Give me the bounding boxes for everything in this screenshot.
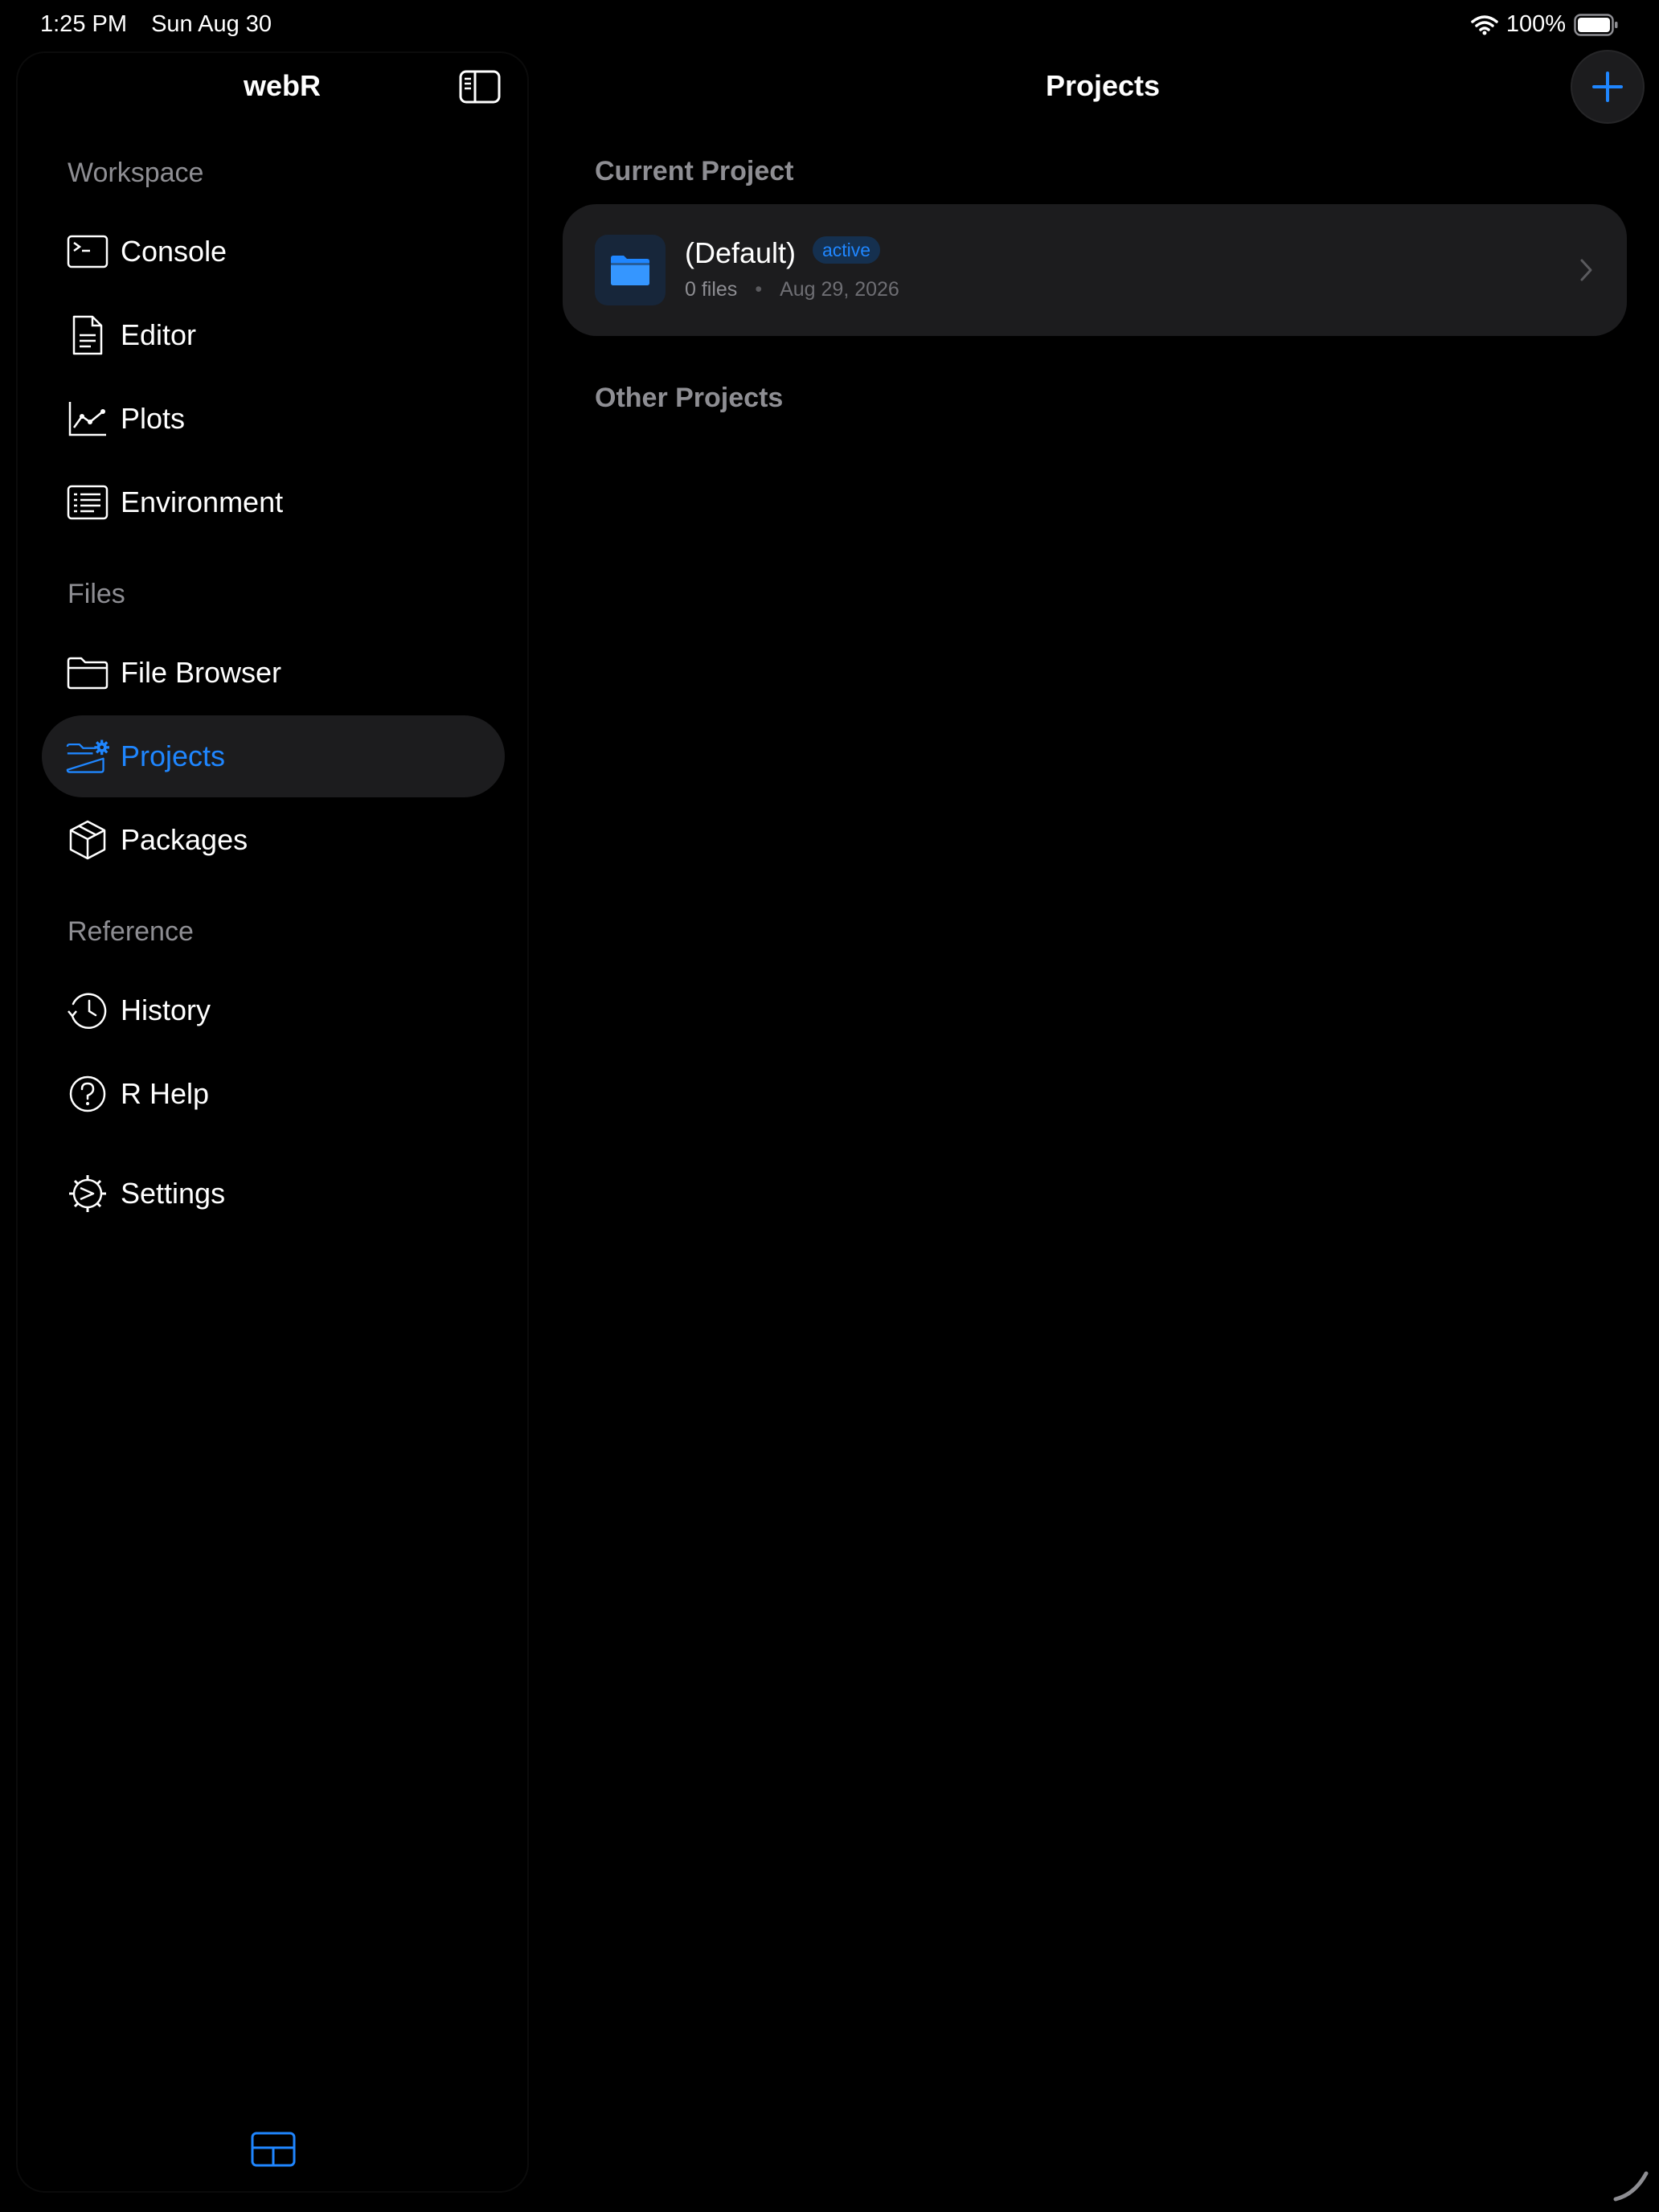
project-folder-tile [595, 235, 666, 305]
sidebar-item-r-help[interactable]: R Help [42, 1053, 505, 1135]
terminal-icon [66, 230, 109, 273]
sidebar-item-label: Console [121, 235, 227, 268]
folder-icon [611, 256, 649, 285]
sidebar-item-label: Settings [121, 1177, 226, 1210]
sidebar-item-console[interactable]: Console [42, 211, 505, 293]
sidebar-icon [459, 70, 501, 104]
other-projects-label: Other Projects [595, 383, 784, 413]
list-icon [66, 481, 109, 524]
project-meta: 0 files • Aug 29, 2026 [685, 278, 899, 301]
history-icon [66, 989, 109, 1032]
meta-separator: • [755, 278, 763, 301]
sidebar-item-label: Projects [121, 739, 226, 772]
sidebar-item-settings[interactable]: Settings [42, 1153, 505, 1235]
status-badge: active [813, 236, 881, 264]
current-project-label: Current Project [595, 156, 794, 186]
grid-icon [251, 2132, 296, 2167]
sidebar-item-file-browser[interactable]: File Browser [42, 632, 505, 714]
status-date: Sun Aug 30 [151, 11, 272, 37]
box-icon [66, 818, 109, 862]
chevron-right-icon [1580, 259, 1592, 281]
sidebar-toggle-button[interactable] [458, 68, 502, 106]
current-project-card[interactable]: (Default) active 0 files • Aug 29, 2026 [563, 204, 1627, 336]
sidebar-item-environment[interactable]: Environment [42, 461, 505, 543]
folder-icon [66, 651, 109, 694]
section-label-workspace: Workspace [68, 158, 204, 188]
page-title: Projects [1045, 69, 1161, 102]
sidebar-item-label: Environment [121, 485, 284, 518]
gear-icon [66, 1172, 109, 1215]
project-file-count: 0 files [685, 278, 738, 301]
folder-gear-icon [66, 735, 109, 778]
battery-percent: 100% [1505, 11, 1566, 37]
sidebar-item-label: Editor [121, 318, 197, 351]
section-label-reference: Reference [68, 916, 194, 947]
sidebar-item-label: R Help [121, 1077, 210, 1110]
sidebar-item-history[interactable]: History [42, 969, 505, 1051]
status-time: 1:25 PM [40, 11, 127, 37]
sidebar-item-editor[interactable]: Editor [42, 294, 505, 376]
question-icon [66, 1072, 109, 1116]
status-right: 100% [1471, 11, 1619, 38]
sidebar: webR Workspace Console Editor Plots Envi… [16, 51, 529, 2193]
status-bar: 1:25 PM Sun Aug 30 100% [0, 0, 1659, 51]
wifi-icon [1471, 14, 1498, 35]
line-chart-icon [66, 397, 109, 440]
project-date: Aug 29, 2026 [780, 278, 899, 301]
sidebar-item-projects[interactable]: Projects [42, 715, 505, 797]
sidebar-item-plots[interactable]: Plots [42, 378, 505, 460]
sidebar-item-packages[interactable]: Packages [42, 799, 505, 881]
add-project-button[interactable] [1572, 51, 1643, 122]
layout-grid-button[interactable] [251, 2132, 296, 2167]
sidebar-item-label: Plots [121, 402, 186, 435]
battery-icon [1574, 13, 1618, 36]
status-left: 1:25 PM Sun Aug 30 [40, 11, 289, 38]
sidebar-item-label: File Browser [121, 656, 282, 689]
sidebar-item-label: History [121, 993, 211, 1026]
sidebar-item-label: Packages [121, 823, 248, 856]
plus-icon [1592, 72, 1623, 102]
section-label-files: Files [68, 579, 125, 609]
project-name: (Default) [685, 236, 797, 269]
document-icon [66, 313, 109, 357]
resize-handle-icon[interactable] [1611, 2162, 1651, 2202]
